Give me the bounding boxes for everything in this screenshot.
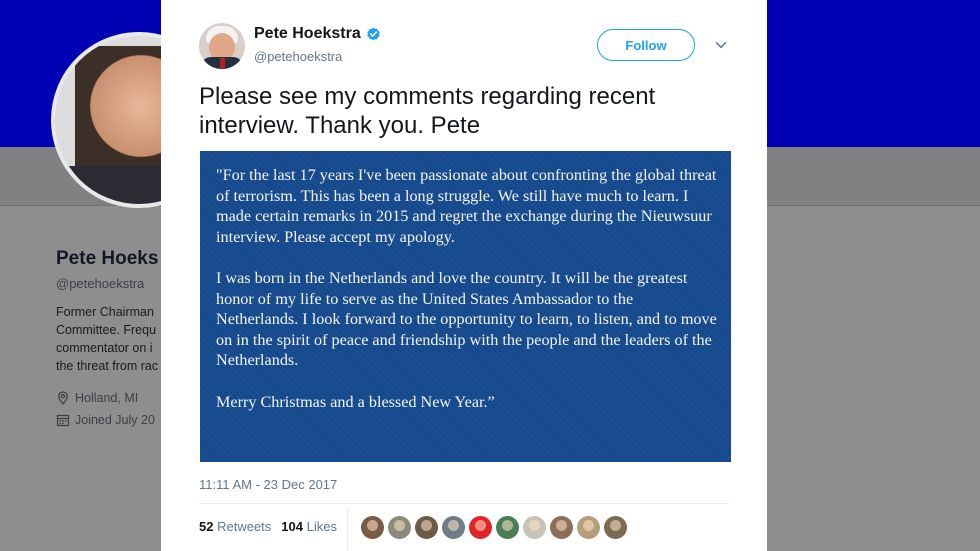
- verified-badge-icon: [366, 27, 380, 40]
- bio-line: Former Chairman: [56, 305, 154, 319]
- liker-avatar[interactable]: [604, 516, 627, 539]
- profile-joined-text: Joined July 20: [75, 413, 155, 427]
- liker-avatar[interactable]: [469, 516, 492, 539]
- profile-handle: @petehoekstra: [56, 276, 145, 291]
- divider: [199, 503, 729, 504]
- tweet-stats: 52 Retweets 104 Likes: [199, 519, 337, 534]
- bio-line: commentator on i: [56, 341, 153, 355]
- retweets-count: 52: [199, 519, 214, 534]
- likers-avatars: [361, 516, 627, 539]
- liker-avatar[interactable]: [550, 516, 573, 539]
- profile-sidebar: Pete Hoeks @petehoekstra Former Chairman…: [56, 248, 160, 427]
- profile-location: Holland, MI: [56, 391, 160, 405]
- chevron-down-icon[interactable]: [714, 38, 728, 52]
- tweet-modal: Pete Hoekstra @petehoekstra Follow Pleas…: [161, 0, 767, 551]
- image-paragraph: "For the last 17 years I've been passion…: [216, 166, 717, 246]
- bio-line: the threat from rac: [56, 359, 159, 373]
- liker-avatar[interactable]: [496, 516, 519, 539]
- profile-joined: Joined July 20: [56, 413, 160, 427]
- stats-divider: [347, 508, 348, 551]
- liker-avatar[interactable]: [442, 516, 465, 539]
- bio-line: Committee. Frequ: [56, 323, 157, 337]
- calendar-icon: [56, 414, 70, 427]
- profile-bio: Former Chairman Committee. Frequ comment…: [56, 303, 160, 375]
- retweets-label: Retweets: [217, 519, 272, 534]
- likes-label: Likes: [306, 519, 337, 534]
- location-pin-icon: [58, 391, 68, 405]
- liker-avatar[interactable]: [361, 516, 384, 539]
- profile-name: Pete Hoeks: [56, 248, 159, 269]
- profile-location-text: Holland, MI: [75, 391, 139, 405]
- tweet-timestamp[interactable]: 11:11 AM - 23 Dec 2017: [199, 477, 337, 492]
- author-avatar[interactable]: [199, 23, 245, 69]
- author-name-row[interactable]: Pete Hoekstra: [254, 25, 381, 43]
- retweets-stat[interactable]: 52 Retweets: [199, 519, 271, 534]
- likes-count: 104: [281, 519, 303, 534]
- follow-button[interactable]: Follow: [597, 29, 695, 61]
- tweet-image[interactable]: "For the last 17 years I've been passion…: [200, 151, 731, 462]
- tweet-text: Please see my comments regarding recent …: [199, 83, 656, 139]
- author-handle[interactable]: @petehoekstra: [254, 49, 342, 64]
- image-paragraph: Merry Christmas and a blessed New Year.”: [216, 392, 495, 411]
- likes-stat[interactable]: 104 Likes: [281, 519, 337, 534]
- liker-avatar[interactable]: [523, 516, 546, 539]
- liker-avatar[interactable]: [388, 516, 411, 539]
- image-paragraph: I was born in the Netherlands and love t…: [216, 268, 717, 370]
- author-name[interactable]: Pete Hoekstra: [254, 25, 361, 43]
- liker-avatar[interactable]: [415, 516, 438, 539]
- liker-avatar[interactable]: [577, 516, 600, 539]
